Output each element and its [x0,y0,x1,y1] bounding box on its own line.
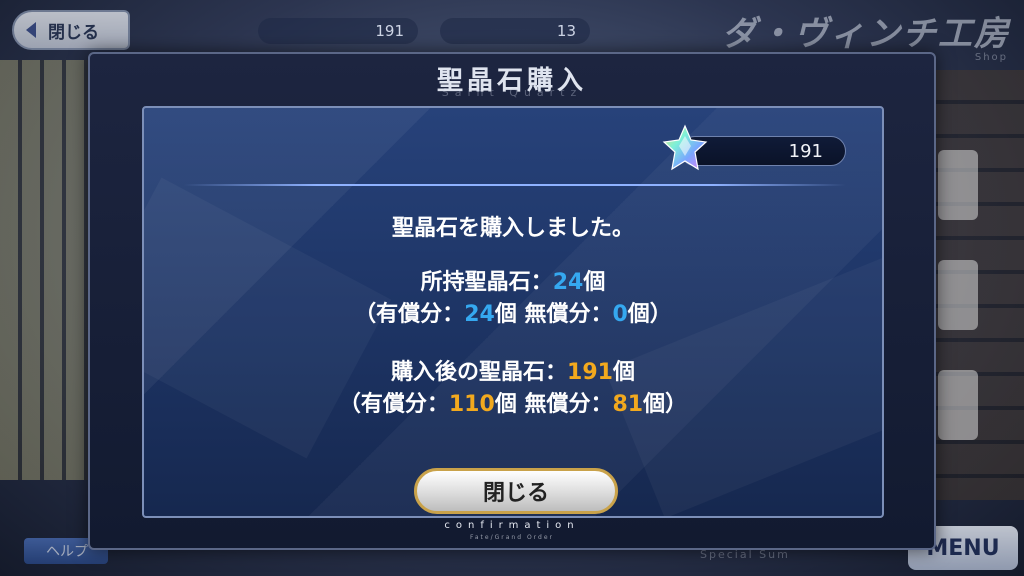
divider-line [184,184,846,186]
owned-label: 所持聖晶石： [420,270,553,295]
owned-free-label: 個 無償分： [494,302,613,327]
after-label: 購入後の聖晶石： [391,360,568,385]
purchase-message: 聖晶石を購入しました。 [391,216,634,241]
close-button-label: 閉じる [482,481,549,506]
background-window [0,60,90,480]
dialog-subtitle: Saint Quartz [441,86,583,99]
back-button-label: 閉じる [48,22,99,43]
screen-title: ダ・ヴィンチ工房 [722,14,1010,54]
owned-paid-label: （有償分： [354,302,465,327]
owned-paid: 24 [464,302,495,327]
after-close: 個） [643,392,688,417]
after-breakdown-line: （有償分：110個 無償分：81個） [144,386,882,418]
back-button[interactable]: 閉じる [12,10,130,50]
item-counter-value: 13 [556,22,576,40]
after-paid: 110 [448,392,495,417]
after-total: 191 [567,360,613,385]
item-counter: 13 [440,18,590,44]
screen-subtitle: Shop [974,52,1008,63]
owned-free: 0 [612,302,628,327]
owned-breakdown-line: （有償分：24個 無償分：0個） [144,296,882,328]
dialog-panel: 191 聖晶石を購入しました。 所持聖晶石：24個 （有償分：24個 無償分：0… [142,106,884,518]
owned-total: 24 [552,270,584,295]
after-unit: 個 [612,360,635,385]
background-side-button [938,150,978,220]
quartz-counter-value: 191 [375,22,404,40]
owned-unit: 個 [583,270,606,295]
quartz-counter: 191 [258,18,418,44]
owned-quartz-line: 所持聖晶石：24個 [144,264,882,296]
background-side-button [938,260,978,330]
after-paid-label: （有償分： [338,392,449,417]
background-side-button [938,370,978,440]
owned-close: 個） [627,302,672,327]
top-bar: 閉じる 191 13 ダ・ヴィンチ工房 Shop [0,0,1024,63]
purchase-dialog: 聖晶石購入 Saint Quartz 191 聖晶石を購入しました。 所持聖晶石… [88,52,936,550]
after-quartz-line: 購入後の聖晶石：191個 [144,354,882,386]
after-free-label: 個 無償分： [494,392,613,417]
close-button[interactable]: 閉じる [414,468,618,514]
confirmation-sublabel: Fate/Grand Order [469,534,554,541]
saint-quartz-icon [662,124,708,171]
chevron-left-icon [26,22,36,38]
quartz-balance-value: 191 [788,140,823,162]
after-free: 81 [612,392,644,417]
confirmation-label: confirmation [444,520,580,531]
